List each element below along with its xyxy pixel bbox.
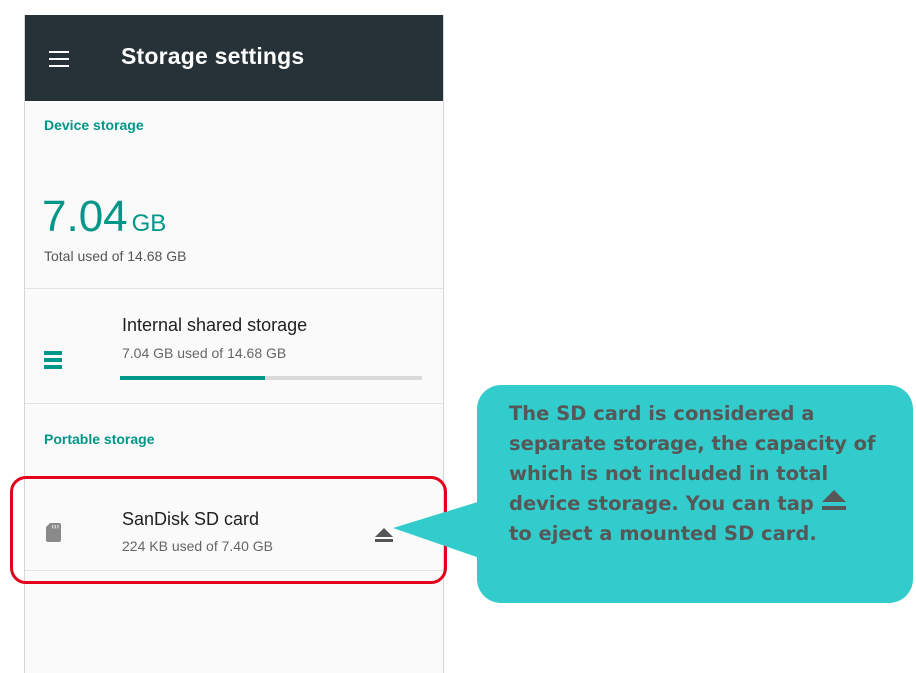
- callout-text: The SD card is considered a separate sto…: [509, 402, 876, 515]
- divider: [25, 288, 443, 289]
- used-storage-unit: GB: [131, 210, 167, 237]
- section-title-portable-storage: Portable storage: [44, 431, 155, 447]
- toolbar-title: Storage settings: [121, 43, 305, 69]
- internal-storage-title: Internal shared storage: [122, 315, 308, 335]
- eject-icon: [821, 490, 846, 510]
- internal-storage-progress-fill: [120, 376, 265, 380]
- internal-storage-subtitle: 7.04 GB used of 14.68 GB: [122, 345, 287, 361]
- toolbar: Storage settings: [25, 15, 443, 101]
- callout-bubble: The SD card is considered a separate sto…: [477, 385, 913, 603]
- section-title-device-storage: Device storage: [44, 117, 144, 133]
- used-storage-value: 7.04 GB: [42, 192, 166, 242]
- total-used-text: Total used of 14.68 GB: [44, 248, 187, 264]
- storage-list-icon: [44, 351, 62, 369]
- internal-storage-progress: [120, 376, 422, 380]
- sd-card-highlight-frame: [10, 476, 447, 584]
- menu-icon[interactable]: [49, 51, 69, 67]
- callout-text-end: to eject a mounted SD card.: [509, 522, 817, 545]
- divider: [25, 403, 443, 404]
- used-storage-number: 7.04: [42, 192, 128, 241]
